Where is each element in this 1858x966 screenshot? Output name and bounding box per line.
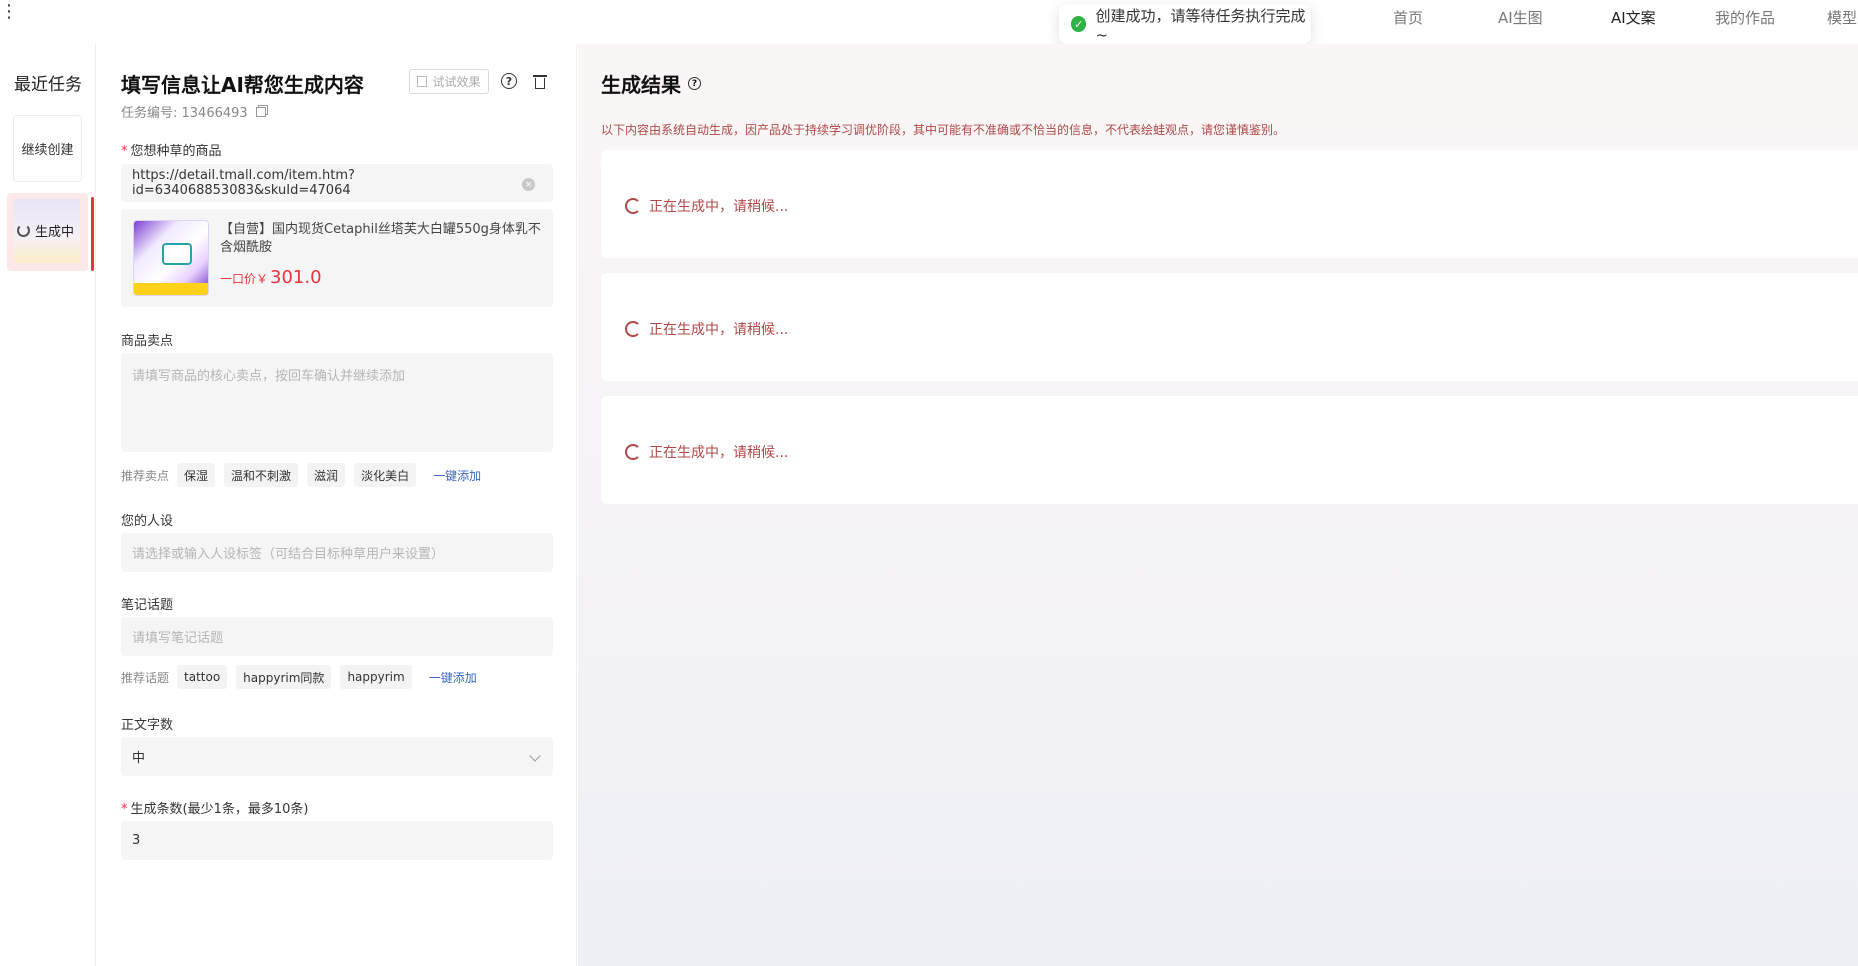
- generating-status: 正在生成中，请稍候...: [625, 442, 788, 462]
- task-status: 生成中: [17, 221, 74, 240]
- selling-points-recommendations: 推荐卖点 保湿 温和不刺激 滋润 淡化美白 一键添加: [121, 463, 481, 487]
- recommend-label: 推荐卖点: [121, 468, 170, 483]
- count-value: 3: [132, 833, 141, 848]
- recent-tasks-sidebar: 最近任务 继续创建 生成中: [0, 44, 96, 966]
- nav-home[interactable]: 首页: [1393, 7, 1423, 28]
- document-icon: [417, 76, 428, 87]
- check-circle-icon: ✓: [1071, 16, 1087, 32]
- persona-placeholder: 请选择或输入人设标签（可结合目标种草用户来设置）: [132, 547, 445, 562]
- copy-icon[interactable]: [255, 106, 266, 117]
- selling-points-input[interactable]: 请填写商品的核心卖点，按回车确认并继续添加: [121, 353, 553, 452]
- generating-status: 正在生成中，请稍候...: [625, 196, 788, 216]
- try-effect-button[interactable]: 试试效果: [409, 69, 489, 94]
- delete-icon[interactable]: [533, 73, 547, 89]
- results-title: 生成结果 ?: [601, 69, 701, 98]
- price-label: 一口价￥: [220, 272, 269, 286]
- product-price: 一口价￥ 301.0: [220, 267, 322, 288]
- loading-spinner-icon: [17, 224, 30, 237]
- task-number: 任务编号: 13466493: [121, 102, 266, 121]
- nav-ai-image[interactable]: AI生图: [1498, 7, 1543, 28]
- nav-ai-copy[interactable]: AI文案: [1611, 7, 1656, 28]
- recent-task-item[interactable]: 生成中: [7, 193, 88, 271]
- selling-points-placeholder: 请填写商品的核心卖点，按回车确认并继续添加: [132, 369, 406, 384]
- clear-icon[interactable]: ×: [522, 178, 535, 191]
- selling-tag[interactable]: 滋润: [307, 463, 346, 487]
- persona-input[interactable]: 请选择或输入人设标签（可结合目标种草用户来设置）: [121, 533, 553, 572]
- generating-status: 正在生成中，请稍候...: [625, 319, 788, 339]
- add-all-selling-link[interactable]: 一键添加: [433, 467, 481, 484]
- word-count-label: 正文字数: [121, 718, 174, 733]
- product-card: 【自营】国内现货Cetaphil丝塔芙大白罐550g身体乳不含烟酰胺 一口价￥ …: [121, 209, 553, 307]
- word-count-value: 中: [132, 751, 146, 766]
- continue-create-button[interactable]: 继续创建: [13, 115, 82, 182]
- try-effect-label: 试试效果: [432, 75, 481, 89]
- task-number-text: 任务编号: 13466493: [121, 106, 248, 121]
- loading-spinner-icon: [625, 198, 641, 214]
- count-label: * 生成条数(最少1条，最多10条): [121, 802, 309, 817]
- product-image: [133, 220, 209, 296]
- product-url-input[interactable]: https://detail.tmall.com/item.htm?id=634…: [121, 164, 553, 202]
- topic-input[interactable]: 请填写笔记话题: [121, 617, 553, 656]
- topic-tag[interactable]: tattoo: [177, 665, 228, 689]
- recommend-topic-label: 推荐话题: [121, 670, 170, 685]
- topic-recommendations: 推荐话题 tattoo happyrim同款 happyrim 一键添加: [121, 665, 477, 689]
- persona-label: 您的人设: [121, 514, 174, 529]
- active-task-indicator: [91, 197, 94, 271]
- success-toast: ✓ 创建成功，请等待任务执行完成~: [1059, 4, 1311, 44]
- add-all-topic-link[interactable]: 一键添加: [429, 669, 477, 686]
- selling-tag[interactable]: 保湿: [177, 463, 216, 487]
- recent-tasks-title: 最近任务: [14, 75, 82, 95]
- result-card: 正在生成中，请稍候...: [601, 150, 1858, 258]
- chevron-down-icon: [529, 750, 541, 762]
- topic-placeholder: 请填写笔记话题: [132, 631, 224, 646]
- product-name: 【自营】国内现货Cetaphil丝塔芙大白罐550g身体乳不含烟酰胺: [220, 222, 541, 255]
- results-disclaimer: 以下内容由系统自动生成，因产品处于持续学习调优阶段，其中可能有不准确或不恰当的信…: [601, 123, 1286, 137]
- topic-label: 笔记话题: [121, 598, 174, 613]
- selling-tag[interactable]: 淡化美白: [354, 463, 417, 487]
- task-status-text: 生成中: [35, 225, 75, 240]
- nav-model[interactable]: 模型: [1827, 7, 1857, 28]
- product-label: * 您想种草的商品: [121, 144, 222, 159]
- topic-tag[interactable]: happyrim: [340, 665, 412, 689]
- help-icon[interactable]: ?: [501, 73, 517, 89]
- toast-message: 创建成功，请等待任务执行完成~: [1095, 6, 1306, 44]
- result-card: 正在生成中，请稍候...: [601, 396, 1858, 504]
- product-url-value: https://detail.tmall.com/item.htm?id=634…: [132, 168, 355, 198]
- results-panel: 生成结果 ? 以下内容由系统自动生成，因产品处于持续学习调优阶段，其中可能有不准…: [578, 44, 1858, 966]
- price-value: 301.0: [270, 267, 322, 288]
- input-form-panel: 填写信息让AI帮您生成内容 试试效果 ? 任务编号: 13466493 * 您想种…: [97, 44, 577, 966]
- count-input[interactable]: 3: [121, 821, 553, 860]
- word-count-select[interactable]: 中: [121, 737, 553, 776]
- help-icon[interactable]: ?: [688, 77, 701, 90]
- selling-tag[interactable]: 温和不刺激: [224, 463, 299, 487]
- loading-spinner-icon: [625, 321, 641, 337]
- top-bar: ⋮ 首页 AI生图 AI文案 我的作品 模型: [0, 0, 1858, 44]
- selling-points-label: 商品卖点: [121, 334, 174, 349]
- more-menu-icon[interactable]: ⋮: [0, 3, 18, 21]
- form-title: 填写信息让AI帮您生成内容: [121, 73, 364, 97]
- nav-my-works[interactable]: 我的作品: [1715, 7, 1775, 28]
- loading-spinner-icon: [625, 444, 641, 460]
- topic-tag[interactable]: happyrim同款: [236, 665, 332, 689]
- result-card: 正在生成中，请稍候...: [601, 273, 1858, 381]
